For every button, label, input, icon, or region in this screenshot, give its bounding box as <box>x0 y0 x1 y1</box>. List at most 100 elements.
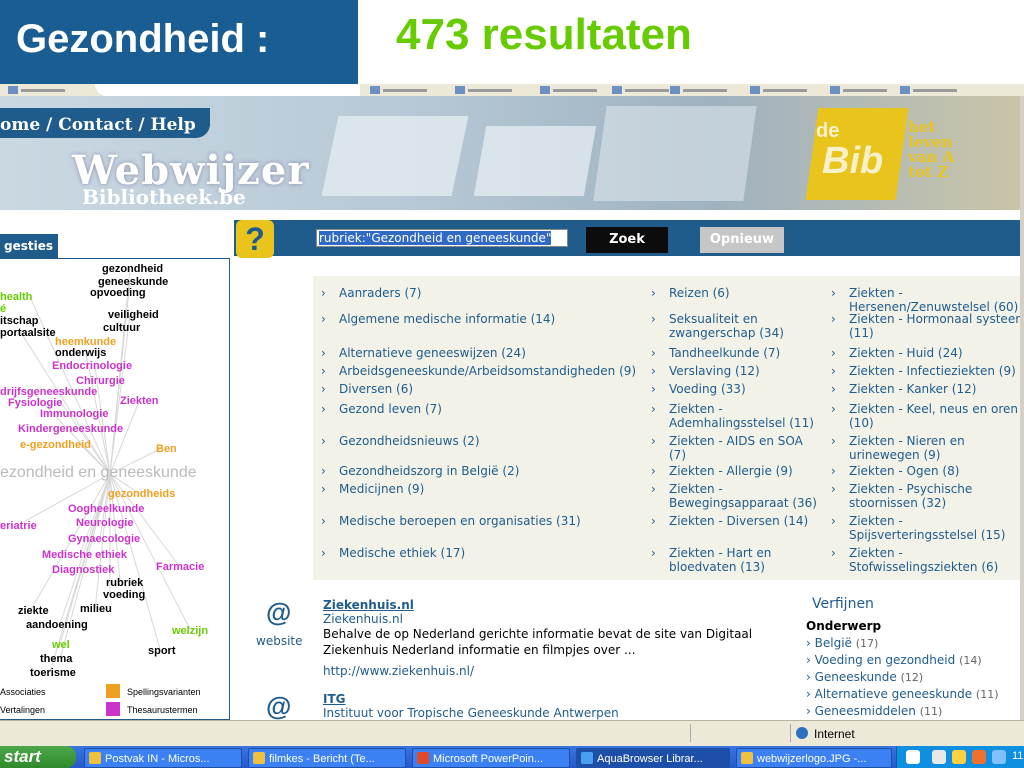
slide-title: Gezondheid : <box>0 0 358 84</box>
chevron-right-icon: › <box>651 464 656 478</box>
result-title[interactable]: Ziekenhuis.nl <box>323 598 414 612</box>
chevron-right-icon: › <box>321 346 326 360</box>
cloud-term[interactable]: voeding <box>103 589 145 601</box>
chevron-right-icon: › <box>321 546 326 560</box>
category-label: Reizen (6) <box>669 286 730 300</box>
window-icon[interactable] <box>932 750 946 764</box>
cloud-center-term[interactable]: ezondheid en geneeskunde <box>0 464 197 482</box>
cloud-term[interactable]: Ziekten <box>120 395 159 407</box>
chevron-right-icon: › <box>321 464 326 478</box>
cloud-term[interactable]: Oogheelkunde <box>68 503 144 515</box>
cloud-term[interactable]: Endocrinologie <box>52 360 132 372</box>
bib-logo-text: Bib <box>822 140 884 182</box>
link-item[interactable] <box>750 86 820 94</box>
cloud-term[interactable]: portaalsite <box>0 327 56 339</box>
cloud-term[interactable]: Neurologie <box>76 517 133 529</box>
category-label: Medische ethiek (17) <box>339 546 466 560</box>
cloud-term[interactable]: gezondheids <box>108 488 175 500</box>
cloud-term[interactable]: Kindergeneeskunde <box>18 423 123 435</box>
chevron-right-icon: › <box>321 482 326 496</box>
category-label: Ziekten - Spijsverteringsstelsel (15) <box>849 514 1006 542</box>
category-label: Ziekten - Ademhalingsstelsel (11) <box>669 402 814 430</box>
start-button[interactable]: start <box>0 746 76 768</box>
link-item[interactable] <box>540 86 610 94</box>
result-type-label: website <box>256 634 303 648</box>
cloud-term[interactable]: veiligheid <box>108 309 159 321</box>
category-label: Alternatieve geneeswijzen (24) <box>339 346 526 360</box>
cloud-term[interactable]: cultuur <box>103 322 140 334</box>
website-at-icon[interactable]: @ <box>266 693 291 719</box>
taskbar-item-mail[interactable]: filmkes - Bericht (Te... <box>248 748 406 768</box>
cloud-term[interactable]: onderwijs <box>55 347 106 359</box>
page-scrollbar[interactable] <box>1020 96 1024 720</box>
cloud-term[interactable]: Immunologie <box>40 408 108 420</box>
cloud-term[interactable]: Gynaecologie <box>68 533 140 545</box>
arrow-icon[interactable] <box>952 750 966 764</box>
refine-item[interactable]: › Geneeskunde (12) <box>806 670 923 684</box>
link-item[interactable] <box>455 86 525 94</box>
chevron-right-icon: › <box>806 704 815 718</box>
cloud-term[interactable]: itschap <box>0 315 39 327</box>
help-question-icon[interactable]: ? <box>236 220 274 258</box>
link-item[interactable] <box>830 86 900 94</box>
cloud-term[interactable]: opvoeding <box>90 287 146 299</box>
tray-app-icon[interactable] <box>972 750 986 764</box>
category-label: Algemene medische informatie (14) <box>339 312 556 326</box>
search-button[interactable]: Zoek <box>586 227 668 253</box>
chevron-right-icon: › <box>831 364 836 378</box>
site-nav-links[interactable]: ome / Contact / Help <box>0 115 196 135</box>
cloud-term[interactable]: ziekte <box>18 605 49 617</box>
chevron-right-icon: › <box>651 402 656 416</box>
search-input[interactable]: rubriek:"Gezondheid en geneeskunde" <box>316 229 568 247</box>
cloud-term[interactable]: milieu <box>80 603 112 615</box>
suggestions-tab[interactable]: gesties <box>0 234 58 258</box>
refine-item[interactable]: › België (17) <box>806 636 878 650</box>
reset-button[interactable]: Opnieuw <box>700 227 784 253</box>
category-label: Ziekten - Huid (24) <box>849 346 963 360</box>
taskbar-item-aquabrowser[interactable]: AquaBrowser Librar... <box>576 748 730 768</box>
category-label: Medische beroepen en organisaties (31) <box>339 514 581 528</box>
status-bar <box>0 720 1024 747</box>
legend-swatch <box>106 684 120 698</box>
cloud-term[interactable]: e-gezondheid <box>20 439 91 451</box>
category-label: Ziekten - Keel, neus en oren (10) <box>849 402 1019 430</box>
cloud-term[interactable]: Farmacie <box>156 561 204 573</box>
cloud-term[interactable]: wel <box>52 639 70 651</box>
link-item[interactable] <box>370 86 440 94</box>
cloud-term[interactable]: rubriek <box>106 577 143 589</box>
chevron-right-icon: › <box>806 653 815 667</box>
help-icon[interactable] <box>906 750 920 764</box>
chevron-right-icon: › <box>321 402 326 416</box>
cloud-term[interactable]: health <box>0 291 32 303</box>
website-at-icon[interactable]: @ <box>266 599 291 625</box>
taskbar-item-outlook[interactable]: Postvak IN - Micros... <box>84 748 242 768</box>
cloud-term[interactable]: Medische ethiek <box>42 549 127 561</box>
cloud-term[interactable]: gezondheid <box>102 263 163 275</box>
cloud-term[interactable]: thema <box>40 653 72 665</box>
cloud-term[interactable]: Ben <box>156 443 177 455</box>
refine-item[interactable]: › Alternatieve geneeskunde (11) <box>806 687 999 701</box>
search-tray-icon[interactable] <box>992 750 1006 764</box>
chevron-right-icon: › <box>831 312 836 326</box>
result-title[interactable]: ITG <box>323 692 346 706</box>
taskbar-item-powerpoint[interactable]: Microsoft PowerPoin... <box>412 748 570 768</box>
site-logo-subtitle: Bibliotheek.be <box>82 185 246 209</box>
cloud-term[interactable]: é <box>0 303 6 315</box>
category-label: Tandheelkunde (7) <box>669 346 781 360</box>
refine-item[interactable]: › Geneesmiddelen (11) <box>806 704 942 718</box>
result-subtitle: Instituut voor Tropische Geneeskunde Ant… <box>323 706 619 720</box>
refine-item[interactable]: › Voeding en gezondheid (14) <box>806 653 982 667</box>
result-url[interactable]: http://www.ziekenhuis.nl/ <box>323 664 474 678</box>
taskbar-item-image[interactable]: webwijzerlogo.JPG -... <box>736 748 892 768</box>
cloud-term[interactable]: aandoening <box>26 619 88 631</box>
internet-globe-icon <box>796 727 808 739</box>
cloud-term[interactable]: welzijn <box>172 625 208 637</box>
chevron-right-icon: › <box>651 514 656 528</box>
link-item[interactable] <box>8 86 78 94</box>
link-item[interactable] <box>900 86 970 94</box>
cloud-term[interactable]: toerisme <box>30 667 76 679</box>
link-item[interactable] <box>670 86 740 94</box>
cloud-term[interactable]: Diagnostiek <box>52 564 114 576</box>
cloud-term[interactable]: eriatrie <box>0 520 37 532</box>
cloud-term[interactable]: sport <box>148 645 176 657</box>
